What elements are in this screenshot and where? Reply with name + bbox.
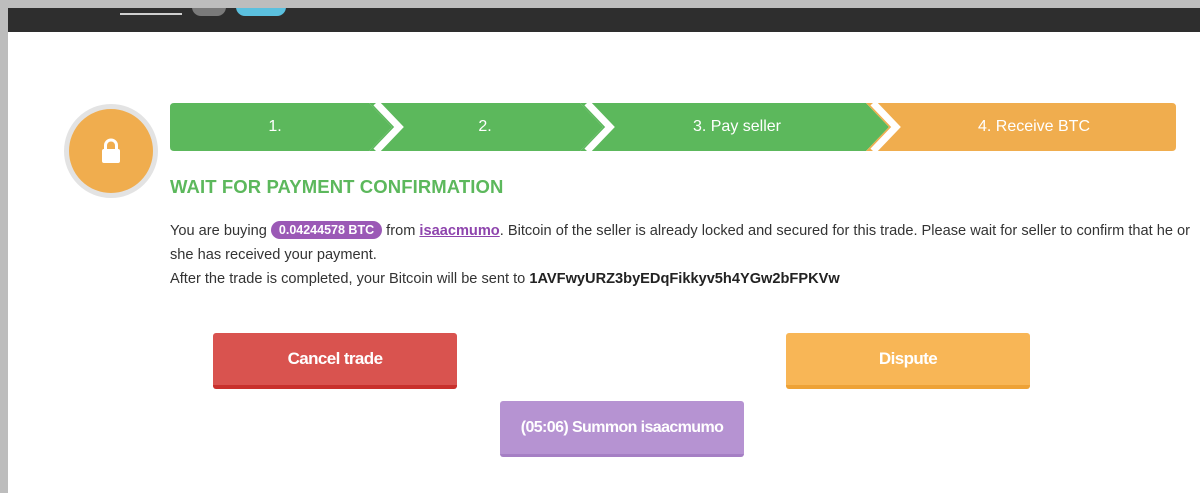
navbar-link[interactable] xyxy=(120,8,182,15)
after-trade-text: After the trade is completed, your Bitco… xyxy=(170,271,526,287)
navbar-badge[interactable] xyxy=(192,8,226,16)
from-word: from xyxy=(386,223,416,239)
status-circle xyxy=(64,104,158,198)
top-navbar xyxy=(8,8,1200,32)
step-4-label: 4. Receive BTC xyxy=(977,118,1091,135)
step-2-label: 2. xyxy=(478,118,492,135)
buying-message: You are buying 0.04244578 BTC from isaac… xyxy=(170,219,1200,267)
step-1-label: 1. xyxy=(268,118,282,135)
step-3-label: 3. Pay seller xyxy=(692,118,782,135)
page-title: WAIT FOR PAYMENT CONFIRMATION xyxy=(170,176,504,197)
seller-link[interactable]: isaacmumo xyxy=(419,223,499,239)
after-trade-message: After the trade is completed, your Bitco… xyxy=(170,267,1200,291)
btc-address: 1AVFwyURZ3byEDqFikkyv5h4YGw2bFPKVw xyxy=(529,271,840,287)
cancel-trade-button[interactable]: Cancel trade xyxy=(213,333,457,389)
navbar-button[interactable] xyxy=(236,8,286,16)
trade-panel: 1. 2. 3. Pay seller 4. Receive BTC WAIT … xyxy=(8,32,1200,493)
trade-description: You are buying 0.04244578 BTC from isaac… xyxy=(170,219,1200,291)
btc-amount-badge: 0.04244578 BTC xyxy=(270,221,383,239)
lock-icon xyxy=(102,138,120,163)
summon-seller-button[interactable]: (05:06) Summon isaacmumo xyxy=(500,401,744,457)
progress-steps: 1. 2. 3. Pay seller 4. Receive BTC xyxy=(170,103,1176,151)
dispute-button[interactable]: Dispute xyxy=(786,333,1030,389)
buying-prefix: You are buying xyxy=(170,223,267,239)
